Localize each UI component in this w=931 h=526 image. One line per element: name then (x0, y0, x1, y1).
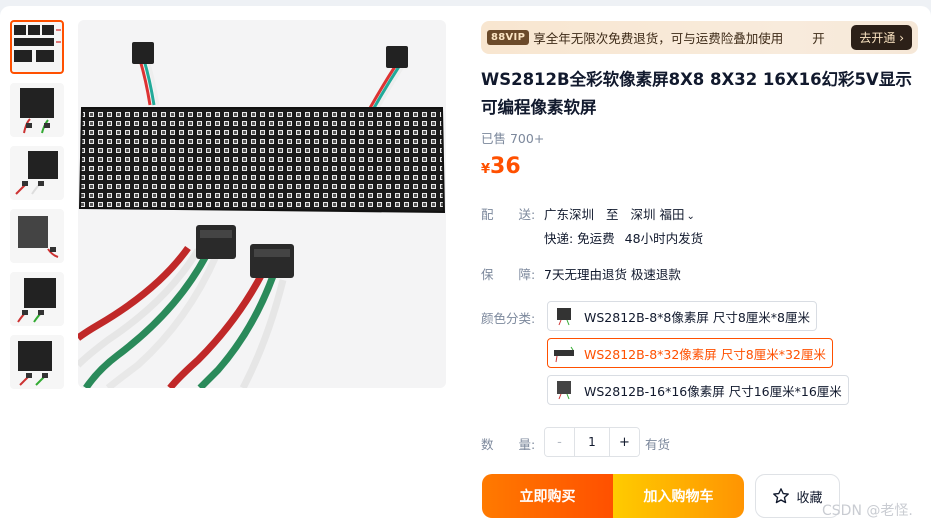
color-option-8x32[interactable]: WS2812B-8*32像素屏 尺寸8厘米*32厘米 (547, 338, 833, 368)
vip-badge: 88VIP (487, 30, 530, 45)
quantity-stepper: - + (544, 427, 640, 457)
thumbnail-4[interactable] (10, 209, 64, 263)
star-icon (773, 488, 790, 504)
led-matrix-thumbnail-icon (14, 25, 61, 62)
main-product-image[interactable] (78, 20, 446, 388)
option-thumbnail-icon (552, 305, 576, 327)
led-matrix-thumbnail-icon (15, 151, 58, 195)
shipping-express: 快递: 免运费 (544, 231, 615, 246)
vip-activate-button[interactable]: 去开通 › (851, 25, 912, 50)
thumbnail-list (10, 20, 64, 398)
stock-status: 有货 (645, 437, 671, 452)
led-matrix-thumbnail-icon (17, 278, 56, 323)
shipping-destination: 深圳 福田 (630, 207, 685, 222)
vip-promo-bar: 88VIP 享全年无限次免费退货，可与运费险叠加使用 开 去开通 › (481, 21, 918, 54)
quantity-increase-button[interactable]: + (610, 428, 639, 456)
led-matrix-thumbnail-icon (18, 216, 59, 258)
shipping-dispatch: 48小时内发货 (624, 231, 704, 246)
option-thumbnail-icon (552, 342, 576, 364)
thumbnail-6[interactable] (10, 335, 64, 389)
color-option-text: WS2812B-8*8像素屏 尺寸8厘米*8厘米 (584, 309, 810, 325)
sold-count: 已售 700+ (481, 131, 545, 146)
led-matrix-thumbnail-icon (20, 88, 54, 134)
option-thumbnail-icon (552, 379, 576, 401)
watermark: CSDN @老怪. (822, 503, 913, 519)
vip-promo-tail: 开 (812, 31, 825, 46)
shipping-route: 广东深圳 至 深圳 福田 ⌄ (544, 204, 695, 223)
color-option-text: WS2812B-16*16像素屏 尺寸16厘米*16厘米 (584, 383, 842, 399)
thumbnail-2[interactable] (10, 83, 64, 137)
chevron-down-icon: ⌄ (686, 211, 695, 222)
shipping-detail: 快递: 免运费 48小时内发货 (544, 228, 703, 247)
color-label: 颜色分类: (481, 311, 536, 326)
price: ¥36 (481, 154, 521, 179)
favorite-label: 收藏 (796, 490, 823, 506)
product-title: WS2812B全彩软像素屏8X8 8X32 16X16幻彩5V显示可编程像素软屏 (481, 70, 912, 117)
led-matrix-thumbnail-icon (18, 341, 52, 386)
color-option-8x8[interactable]: WS2812B-8*8像素屏 尺寸8厘米*8厘米 (547, 301, 817, 331)
shipping-from: 广东深圳 (544, 207, 595, 222)
led-panel-photo (78, 42, 446, 388)
vip-promo-text: 享全年无限次免费退货，可与运费险叠加使用 (533, 31, 784, 46)
buy-now-button[interactable]: 立即购买 (482, 474, 613, 518)
guarantee-label: 保 障: (481, 267, 536, 282)
thumbnail-3[interactable] (10, 146, 64, 200)
thumbnail-1[interactable] (10, 20, 64, 74)
shipping-label: 配 送: (481, 207, 536, 222)
thumbnail-5[interactable] (10, 272, 64, 326)
color-option-text: WS2812B-8*32像素屏 尺寸8厘米*32厘米 (584, 346, 826, 362)
color-option-16x16[interactable]: WS2812B-16*16像素屏 尺寸16厘米*16厘米 (547, 375, 849, 405)
shipping-to-word: 至 (606, 207, 619, 222)
price-value: 36 (490, 154, 521, 179)
guarantee-text: 7天无理由退货 极速退款 (544, 267, 681, 282)
quantity-label: 数 量: (481, 437, 536, 452)
add-to-cart-button[interactable]: 加入购物车 (613, 474, 744, 518)
quantity-decrease-button[interactable]: - (545, 428, 574, 456)
shipping-destination-selector[interactable]: 深圳 福田 ⌄ (631, 207, 695, 222)
price-currency: ¥ (481, 162, 491, 177)
quantity-input[interactable] (574, 428, 610, 456)
